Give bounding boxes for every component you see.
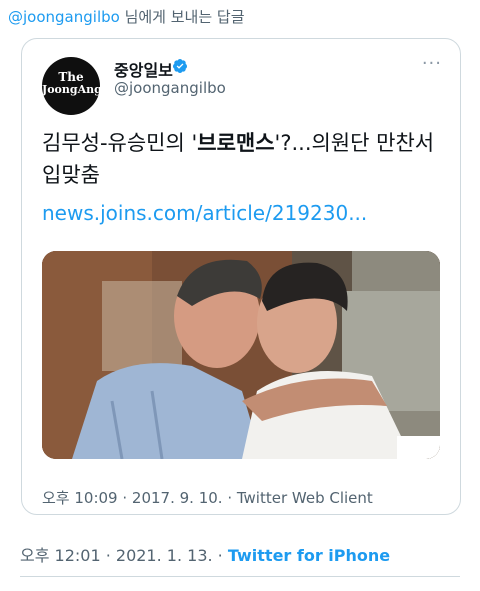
tweet-text-bold: 브로맨스 xyxy=(197,131,275,155)
reply-handle-link[interactable]: @joongangilbo xyxy=(8,8,120,26)
author-name[interactable]: 중앙일보 xyxy=(114,57,173,81)
tweet-client-link[interactable]: Twitter for iPhone xyxy=(228,546,390,565)
avatar-logo-line2: JoongAng xyxy=(42,83,102,96)
tweet-text-part1: 김무성-유승민의 ' xyxy=(42,131,198,155)
avatar[interactable]: The JoongAng xyxy=(42,57,102,115)
tweet-text: 김무성-유승민의 '브로맨스'?...의원단 만찬서 입맞춤 xyxy=(42,127,442,191)
quoted-tweet-card[interactable]: The JoongAng 중앙일보 @joongangilbo ··· 김무성-… xyxy=(21,38,461,515)
more-options-icon[interactable]: ··· xyxy=(422,53,442,74)
verified-badge-icon xyxy=(172,59,187,73)
quoted-timestamp[interactable]: 오후 10:09 · 2017. 9. 10. · Twitter Web Cl… xyxy=(42,487,373,508)
tweet-timestamp: 오후 12:01 · 2021. 1. 13. · Twitter for iP… xyxy=(20,542,390,566)
avatar-logo-line1: The xyxy=(58,70,84,84)
tweet-time[interactable]: 오후 12:01 · 2021. 1. 13. · xyxy=(20,546,228,565)
author-username[interactable]: @joongangilbo xyxy=(114,79,226,97)
reply-suffix: 님에게 보내는 답글 xyxy=(119,8,245,26)
divider xyxy=(20,576,460,577)
tweet-photo[interactable] xyxy=(42,251,440,459)
photo-illustration xyxy=(42,251,440,459)
article-link[interactable]: news.joins.com/article/219230... xyxy=(42,201,367,225)
reply-to-line: @joongangilbo 님에게 보내는 답글 xyxy=(8,6,245,27)
